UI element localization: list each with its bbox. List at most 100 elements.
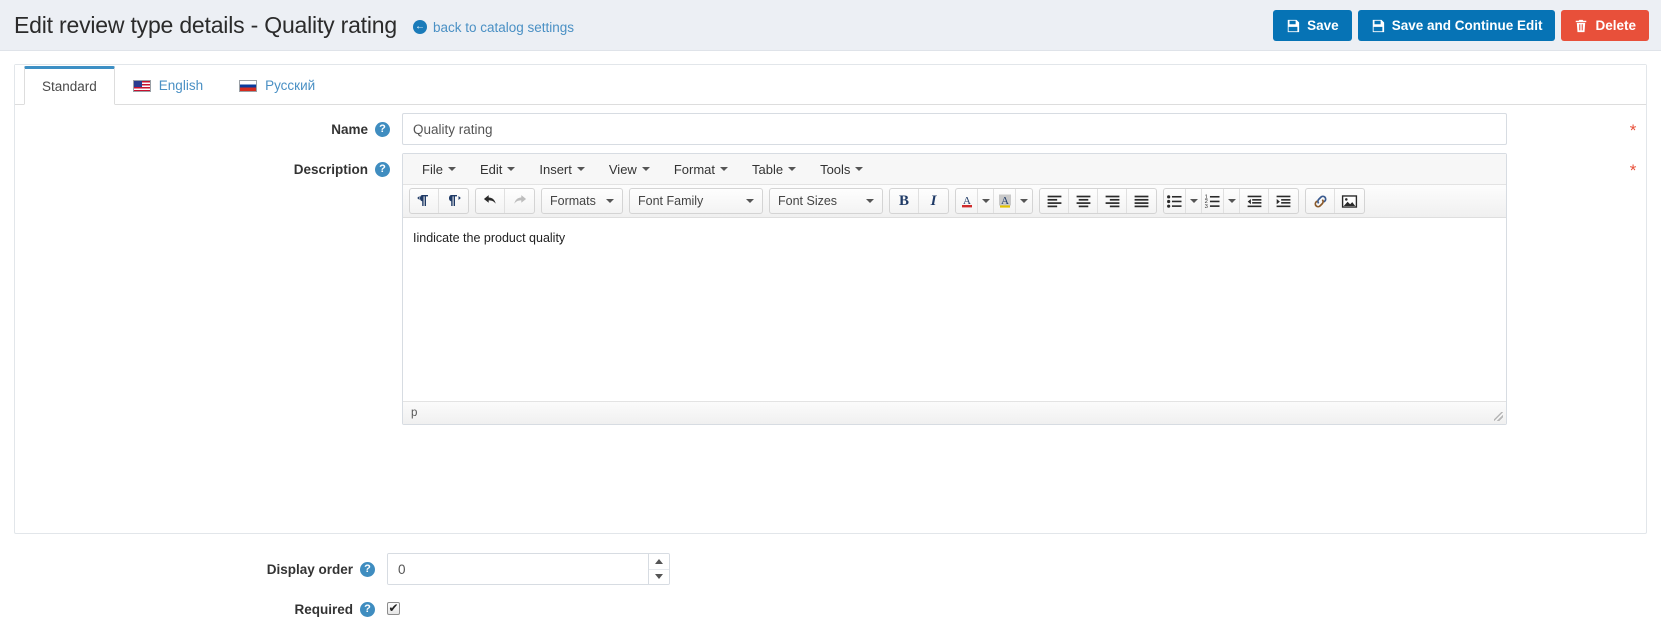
toolbar-group-alignment	[1039, 188, 1157, 214]
name-field-wrap	[402, 113, 1620, 145]
italic-icon[interactable]: I	[919, 189, 948, 213]
toolbar-group-font-family: Font Family	[629, 188, 763, 214]
menu-format[interactable]: Format	[663, 157, 739, 182]
required-field-wrap: ✔	[387, 593, 1661, 618]
back-to-catalog-settings[interactable]: ← back to catalog settings	[412, 20, 574, 35]
editor-paragraph: Iindicate the product quality	[413, 231, 566, 245]
delete-button[interactable]: Delete	[1561, 10, 1649, 41]
row-description: Description ? File Edit Insert View Form…	[15, 145, 1646, 425]
background-color-dropdown-arrow[interactable]	[1016, 189, 1032, 213]
menu-format-label: Format	[673, 161, 715, 177]
toolbar-group-direction	[409, 188, 469, 214]
editor-toolbar: Formats Font Family Font Sizes B I A A 1…	[403, 185, 1506, 218]
menu-view[interactable]: View	[598, 157, 661, 182]
text-color-dropdown-arrow[interactable]	[978, 189, 994, 213]
chevron-down-icon	[447, 167, 456, 171]
menu-file-label: File	[422, 161, 443, 177]
align-justify-icon[interactable]	[1127, 189, 1156, 213]
menu-insert[interactable]: Insert	[528, 157, 596, 182]
chevron-down-icon	[788, 167, 797, 171]
display-order-stepper	[387, 553, 670, 585]
menu-view-label: View	[608, 161, 637, 177]
save-button[interactable]: Save	[1273, 10, 1352, 41]
redo-icon[interactable]	[505, 189, 534, 213]
page-header: Edit review type details - Quality ratin…	[0, 0, 1661, 51]
menu-file[interactable]: File	[411, 157, 467, 182]
page-title: Edit review type details - Quality ratin…	[14, 11, 397, 38]
svg-text:3: 3	[1205, 204, 1208, 210]
display-order-label: Display order	[266, 562, 353, 577]
bold-icon[interactable]: B	[890, 189, 919, 213]
chevron-down-icon	[1189, 199, 1198, 203]
toolbar-group-bold-italic: B I	[889, 188, 949, 214]
flag-us-icon	[132, 79, 151, 92]
header-actions: Save Save and Continue Edit Delete	[1273, 10, 1649, 41]
font-sizes-select[interactable]: Font Sizes	[770, 189, 882, 213]
menu-table[interactable]: Table	[741, 157, 807, 182]
chevron-down-icon	[981, 199, 990, 203]
stepper-decrement-button[interactable]	[649, 569, 669, 584]
question-mark-icon[interactable]: ?	[375, 162, 390, 177]
background-color-icon[interactable]: A	[994, 189, 1016, 213]
question-mark-icon[interactable]: ?	[360, 602, 375, 617]
align-left-icon[interactable]	[1040, 189, 1069, 213]
outdent-icon[interactable]	[1240, 189, 1269, 213]
required-checkbox[interactable]: ✔	[387, 602, 400, 615]
tab-russian[interactable]: Русский	[221, 66, 333, 105]
menu-edit-label: Edit	[479, 161, 503, 177]
stepper-increment-button[interactable]	[649, 554, 669, 570]
save-and-continue-edit-button[interactable]: Save and Continue Edit	[1357, 10, 1556, 41]
text-color-icon[interactable]: A	[956, 189, 978, 213]
link-icon[interactable]	[1306, 189, 1335, 213]
form-body: Name ? * Description ? File	[15, 105, 1646, 425]
display-order-label-wrap: Display order ?	[0, 553, 387, 577]
menu-edit[interactable]: Edit	[469, 157, 526, 182]
indent-icon[interactable]	[1269, 189, 1298, 213]
tab-english-label: English	[158, 78, 204, 93]
editor-resize-handle[interactable]	[1494, 412, 1503, 421]
bullet-list-dropdown-arrow[interactable]	[1186, 189, 1202, 213]
checkmark-icon: ✔	[388, 600, 399, 615]
ltr-paragraph-icon[interactable]	[410, 189, 439, 213]
font-family-select[interactable]: Font Family	[630, 189, 762, 213]
formats-select-label: Formats	[550, 194, 596, 208]
chevron-down-icon	[507, 167, 516, 171]
numbered-list-icon[interactable]: 123	[1202, 189, 1224, 213]
menu-tools[interactable]: Tools	[809, 157, 874, 182]
editor-content-area[interactable]: Iindicate the product quality	[403, 218, 1506, 401]
tab-standard[interactable]: Standard	[24, 66, 115, 105]
editor-element-path: p	[411, 407, 418, 419]
triangle-down-icon	[655, 574, 663, 580]
trash-icon	[1576, 19, 1587, 32]
description-label-wrap: Description ?	[15, 153, 402, 177]
font-family-select-label: Font Family	[638, 194, 704, 208]
edit-form-panel: Standard English Русский Name ? * Descri…	[14, 64, 1647, 534]
display-order-input[interactable]	[388, 554, 648, 584]
formats-select[interactable]: Formats	[542, 189, 622, 213]
chevron-down-icon	[1227, 199, 1236, 203]
toolbar-group-history	[475, 188, 535, 214]
floppy-save-icon	[1372, 19, 1384, 32]
tab-standard-label: Standard	[42, 79, 97, 94]
numbered-list-dropdown-arrow[interactable]	[1224, 189, 1240, 213]
editor-statusbar: p	[403, 401, 1506, 424]
chevron-down-icon	[641, 167, 650, 171]
question-mark-icon[interactable]: ?	[360, 562, 375, 577]
description-field-wrap: File Edit Insert View Format Table Tools…	[402, 153, 1620, 425]
question-mark-icon[interactable]: ?	[375, 122, 390, 137]
name-input[interactable]	[402, 113, 1507, 145]
bullet-list-icon[interactable]	[1164, 189, 1186, 213]
description-label: Description	[293, 162, 368, 177]
save-button-label: Save	[1307, 18, 1339, 33]
align-center-icon[interactable]	[1069, 189, 1098, 213]
rtl-paragraph-icon[interactable]	[439, 189, 468, 213]
undo-icon[interactable]	[476, 189, 505, 213]
align-right-icon[interactable]	[1098, 189, 1127, 213]
row-required: Required ? ✔	[0, 585, 1661, 618]
tab-english[interactable]: English	[115, 66, 221, 105]
name-label: Name	[331, 122, 368, 137]
toolbar-group-lists-indent: 123	[1163, 188, 1299, 214]
svg-text:A: A	[1001, 195, 1009, 207]
back-link-label[interactable]: back to catalog settings	[433, 20, 574, 35]
image-icon[interactable]	[1335, 189, 1364, 213]
